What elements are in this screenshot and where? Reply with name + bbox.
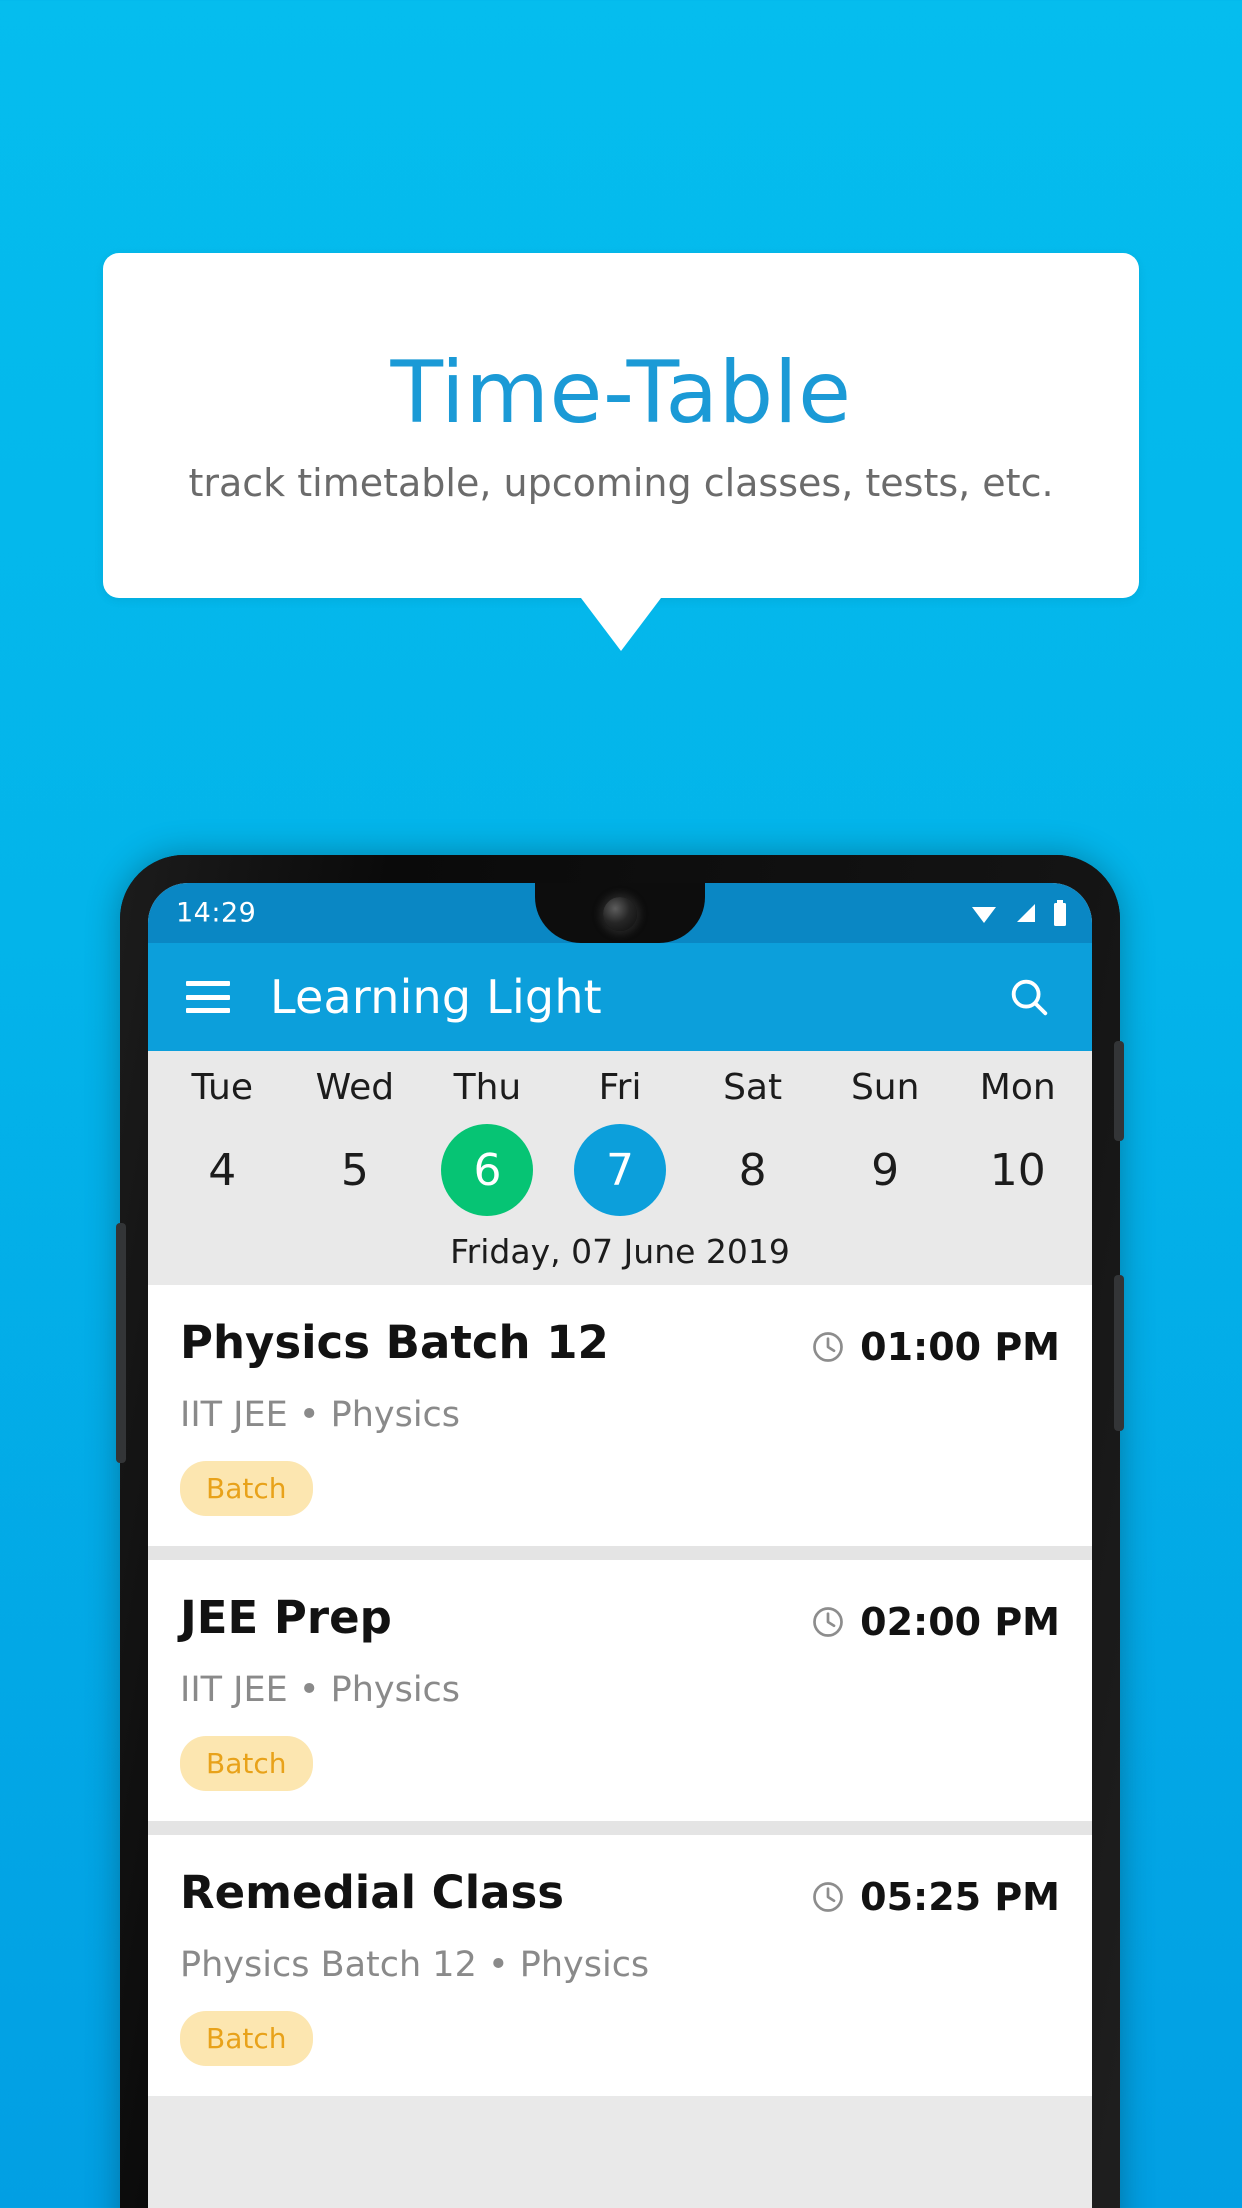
event-badge: Batch: [180, 1736, 313, 1791]
calendar-strip: Tue 4 Wed 5 Thu 6 Fri 7 Sat 8 Sun 9 Mon 10 Friday, 07…: [148, 1051, 1092, 1285]
phone-screen: 14:29 Learning Light Tue 4 Wed 5 Thu 6 F…: [148, 883, 1092, 2208]
promo-subtitle: track timetable, upcoming classes, tests…: [188, 460, 1054, 505]
event-card[interactable]: Physics Batch 12 01:00 PM IIT JEE • Physic…: [148, 1285, 1092, 1546]
calendar-day-name: Sat: [723, 1067, 783, 1108]
calendar-day-number: 9: [871, 1144, 900, 1196]
calendar-days-row: Tue 4 Wed 5 Thu 6 Fri 7 Sat 8 Sun 9 Mon 10: [148, 1067, 1092, 1216]
calendar-day-circle: 8: [707, 1124, 799, 1216]
calendar-day-number: 8: [738, 1144, 767, 1196]
calendar-day-number: 6: [473, 1144, 502, 1196]
calendar-day-name: Mon: [979, 1067, 1056, 1108]
calendar-day-sat[interactable]: Sat 8: [686, 1067, 819, 1216]
calendar-day-name: Wed: [315, 1067, 395, 1108]
status-bar: 14:29: [148, 883, 1092, 943]
volume-button-left[interactable]: [116, 1223, 126, 1463]
calendar-day-name: Thu: [453, 1067, 522, 1108]
event-subtitle: IIT JEE • Physics: [180, 1670, 461, 1710]
calendar-day-circle: 10: [972, 1124, 1064, 1216]
calendar-day-circle: 5: [309, 1124, 401, 1216]
event-header: Remedial Class 05:25 PM: [180, 1869, 1060, 1919]
signal-icon: [1017, 904, 1035, 922]
search-icon[interactable]: [1006, 974, 1052, 1020]
calendar-day-mon[interactable]: Mon 10: [951, 1067, 1084, 1216]
event-time-group: 05:25 PM: [810, 1869, 1060, 1919]
calendar-day-name: Tue: [191, 1067, 254, 1108]
front-camera-icon: [603, 897, 637, 931]
calendar-day-circle: 4: [176, 1124, 268, 1216]
calendar-day-circle: 7: [574, 1124, 667, 1216]
event-title: Physics Batch 12: [180, 1316, 609, 1369]
calendar-day-circle: 6: [441, 1124, 534, 1216]
calendar-day-tue[interactable]: Tue 4: [156, 1067, 289, 1216]
calendar-day-thu[interactable]: Thu 6: [421, 1067, 554, 1216]
event-title: Remedial Class: [180, 1866, 565, 1919]
event-badge: Batch: [180, 2011, 313, 2066]
clock-icon: [813, 1882, 843, 1912]
event-time: 05:25 PM: [860, 1875, 1060, 1919]
event-time: 01:00 PM: [860, 1325, 1060, 1369]
event-subtitle: IIT JEE • Physics: [180, 1395, 461, 1435]
calendar-day-fri[interactable]: Fri 7: [554, 1067, 687, 1216]
calendar-day-number: 10: [989, 1144, 1046, 1196]
calendar-day-number: 5: [340, 1144, 369, 1196]
promo-title: Time-Table: [390, 342, 852, 443]
event-header: JEE Prep 02:00 PM: [180, 1594, 1060, 1644]
clock-icon: [813, 1607, 843, 1637]
calendar-day-number: 4: [208, 1144, 237, 1196]
hamburger-menu-icon[interactable]: [186, 981, 230, 1013]
power-button[interactable]: [1114, 1041, 1124, 1141]
event-list[interactable]: Physics Batch 12 01:00 PM IIT JEE • Physic…: [148, 1285, 1092, 2096]
status-icon-group: [970, 900, 1068, 926]
event-time-group: 01:00 PM: [810, 1319, 1060, 1369]
status-clock: 14:29: [176, 897, 257, 929]
event-header: Physics Batch 12 01:00 PM: [180, 1319, 1060, 1369]
volume-button-right[interactable]: [1114, 1275, 1124, 1431]
event-card[interactable]: Remedial Class 05:25 PM Physics Batch 12 •…: [148, 1835, 1092, 2096]
app-title: Learning Light: [270, 970, 602, 1024]
event-title: JEE Prep: [180, 1591, 392, 1644]
clock-icon: [813, 1332, 843, 1362]
calendar-day-name: Sun: [850, 1067, 920, 1108]
wifi-icon: [972, 907, 996, 923]
event-time: 02:00 PM: [860, 1600, 1060, 1644]
app-bar: Learning Light: [148, 943, 1092, 1051]
calendar-day-sun[interactable]: Sun 9: [819, 1067, 952, 1216]
event-card[interactable]: JEE Prep 02:00 PM IIT JEE • Physics Batch: [148, 1560, 1092, 1821]
calendar-day-number: 7: [606, 1144, 635, 1196]
event-subtitle: Physics Batch 12 • Physics: [180, 1945, 650, 1985]
battery-icon: [1054, 900, 1066, 926]
calendar-day-circle: 9: [839, 1124, 931, 1216]
promo-bubble-tail: [581, 598, 661, 651]
calendar-day-name: Fri: [598, 1067, 642, 1108]
event-badge: Batch: [180, 1461, 313, 1516]
promo-bubble: Time-Table track timetable, upcoming cla…: [103, 253, 1139, 598]
phone-mockup: 14:29 Learning Light Tue 4 Wed 5 Thu 6 F…: [116, 855, 1124, 2208]
calendar-day-wed[interactable]: Wed 5: [289, 1067, 422, 1216]
event-time-group: 02:00 PM: [810, 1594, 1060, 1644]
selected-date-label: Friday, 07 June 2019: [450, 1232, 790, 1271]
